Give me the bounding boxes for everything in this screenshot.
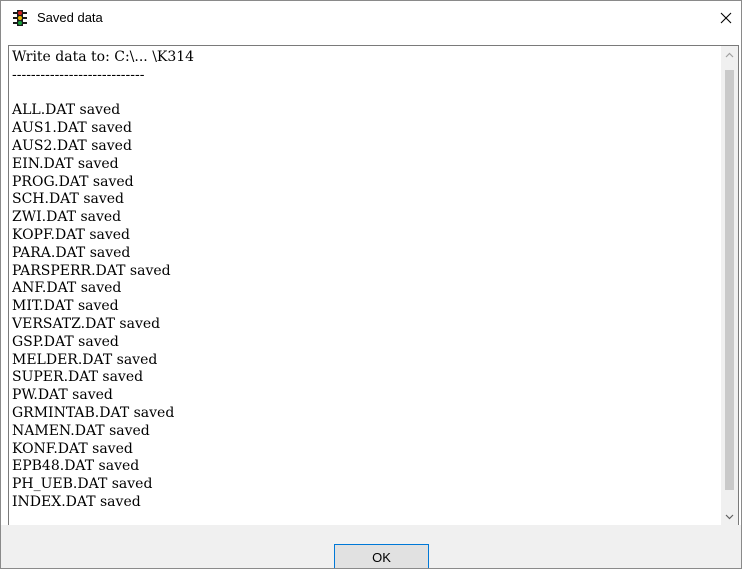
log-line: MIT.DAT saved: [12, 298, 119, 315]
log-textbox[interactable]: Write data to: C:\... \K314 -------------…: [8, 45, 739, 526]
close-icon: [720, 12, 732, 24]
log-output: Write data to: C:\... \K314 -------------…: [12, 49, 712, 512]
log-line: GSP.DAT saved: [12, 333, 119, 350]
chevron-up-icon: [725, 52, 734, 57]
log-line: VERSATZ.DAT saved: [12, 315, 161, 332]
scroll-up-button[interactable]: [721, 46, 738, 63]
saved-data-dialog: Saved data Write data to: C:\... \K314 --…: [0, 0, 742, 569]
scroll-down-button[interactable]: [721, 508, 738, 525]
log-line: KONF.DAT saved: [12, 440, 133, 457]
log-line: EIN.DAT saved: [12, 155, 119, 172]
log-line: ALL.DAT saved: [12, 102, 121, 119]
log-line: PROG.DAT saved: [12, 173, 134, 190]
separator-line: ----------------------------: [12, 66, 145, 83]
log-line: INDEX.DAT saved: [12, 493, 141, 510]
vertical-scrollbar[interactable]: [721, 46, 738, 525]
log-line: PARA.DAT saved: [12, 244, 131, 261]
log-line: AUS1.DAT saved: [12, 120, 132, 137]
chevron-down-icon: [725, 514, 734, 519]
log-line: MELDER.DAT saved: [12, 351, 158, 368]
close-button[interactable]: [711, 1, 741, 35]
log-line: PW.DAT saved: [12, 387, 113, 404]
log-line: GRMINTAB.DAT saved: [12, 404, 175, 421]
scroll-thumb[interactable]: [725, 70, 734, 490]
log-line: KOPF.DAT saved: [12, 226, 131, 243]
log-line: PARSPERR.DAT saved: [12, 262, 171, 279]
log-line: NAMEN.DAT saved: [12, 422, 150, 439]
log-line: ANF.DAT saved: [12, 280, 122, 297]
log-line: AUS2.DAT saved: [12, 137, 132, 154]
title-bar[interactable]: Saved data: [1, 1, 741, 35]
traffic-light-icon: [12, 10, 28, 26]
log-line: ZWI.DAT saved: [12, 209, 122, 226]
log-line: SCH.DAT saved: [12, 191, 125, 208]
log-line: SUPER.DAT saved: [12, 369, 144, 386]
window-title: Saved data: [37, 10, 103, 25]
destination-line: Write data to: C:\... \K314: [12, 49, 195, 65]
ok-button[interactable]: OK: [334, 544, 429, 568]
log-line: PH_UEB.DAT saved: [12, 476, 153, 493]
dialog-footer: OK: [1, 525, 741, 568]
log-line: EPB48.DAT saved: [12, 458, 140, 475]
